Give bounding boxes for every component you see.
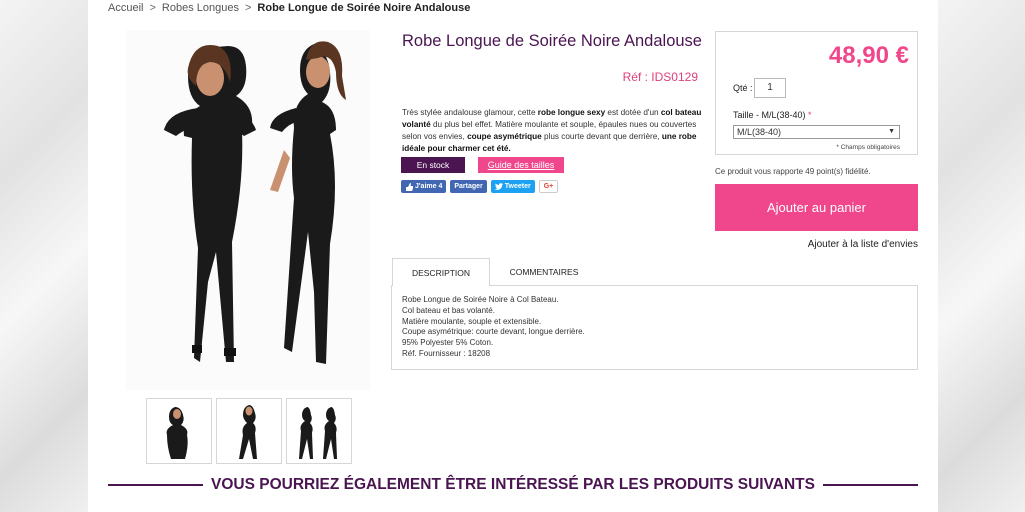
thumbnail-2[interactable] [216, 398, 282, 464]
panel-line: 95% Polyester 5% Coton. [402, 338, 494, 348]
add-to-wishlist-link[interactable]: Ajouter à la liste d'envies [715, 239, 918, 250]
description-panel: Robe Longue de Soirée Noire à Col Bateau… [391, 285, 918, 370]
panel-line: Col bateau et bas volanté. [402, 305, 495, 315]
breadcrumb-separator: > [149, 2, 156, 14]
product-price: 48,90 € [828, 42, 909, 69]
breadcrumb-separator: > [244, 2, 252, 14]
add-to-cart-button[interactable]: Ajouter au panier [715, 184, 918, 231]
product-page: Accueil > Robes Longues > Robe Longue de… [88, 0, 938, 512]
background-left [0, 0, 88, 512]
breadcrumb: Accueil > Robes Longues > Robe Longue de… [108, 2, 470, 14]
facebook-like-button[interactable]: J'aime 4 [401, 180, 447, 193]
buy-box: 48,90 € Qté : 1 Taille - M/L(38-40) * M/… [715, 31, 918, 155]
breadcrumb-category[interactable]: Robes Longues [162, 2, 239, 14]
quantity-label: Qté : [733, 83, 753, 93]
size-select[interactable]: M/L(38-40) ▼ [733, 125, 900, 139]
tweet-button[interactable]: Tweeter [490, 180, 535, 193]
twitter-bird-icon [494, 183, 503, 190]
product-short-description: Très stylée andalouse glamour, cette rob… [402, 108, 702, 153]
required-fields-note: * Champs obligatoires [836, 144, 900, 151]
thumbnail-strip [146, 398, 352, 464]
size-label: Taille - M/L(38-40) * [733, 110, 812, 120]
google-plus-button[interactable]: G+ [538, 180, 559, 193]
product-main-image[interactable] [126, 30, 370, 390]
thumbnail-3[interactable] [286, 398, 352, 464]
breadcrumb-home[interactable]: Accueil [108, 2, 143, 14]
quantity-input[interactable]: 1 [754, 78, 786, 98]
size-guide-button[interactable]: Guide des tailles [478, 157, 564, 173]
thumbnail-1[interactable] [146, 398, 212, 464]
tab-description[interactable]: DESCRIPTION [392, 258, 490, 286]
social-share-bar: J'aime 4 Partager Tweeter G+ [401, 180, 559, 193]
background-right [937, 0, 1025, 512]
panel-line: Réf. Fournisseur : 18208 [402, 348, 491, 358]
breadcrumb-current: Robe Longue de Soirée Noire Andalouse [257, 2, 471, 14]
related-products-heading: VOUS POURRIEZ ÉGALEMENT ÊTRE INTÉRESSÉ P… [108, 474, 918, 496]
heading-divider [108, 484, 203, 486]
panel-line: Coupe asymétrique: courte devant, longue… [402, 327, 585, 337]
product-reference: Réf : IDS0129 [622, 70, 698, 84]
chevron-down-icon: ▼ [888, 128, 895, 135]
heading-divider [823, 484, 918, 486]
product-title: Robe Longue de Soirée Noire Andalouse [402, 32, 702, 50]
panel-line: Robe Longue de Soirée Noire à Col Bateau… [402, 295, 559, 304]
stock-badge: En stock [401, 157, 465, 173]
related-heading-text: VOUS POURRIEZ ÉGALEMENT ÊTRE INTÉRESSÉ P… [211, 476, 815, 493]
thumbs-up-icon [406, 182, 413, 191]
tab-comments[interactable]: COMMENTAIRES [491, 258, 597, 286]
loyalty-points-text: Ce produit vous rapporte 49 point(s) fid… [715, 167, 871, 176]
panel-line: Matière moulante, souple et extensible. [402, 316, 542, 326]
facebook-share-button[interactable]: Partager [450, 180, 487, 193]
